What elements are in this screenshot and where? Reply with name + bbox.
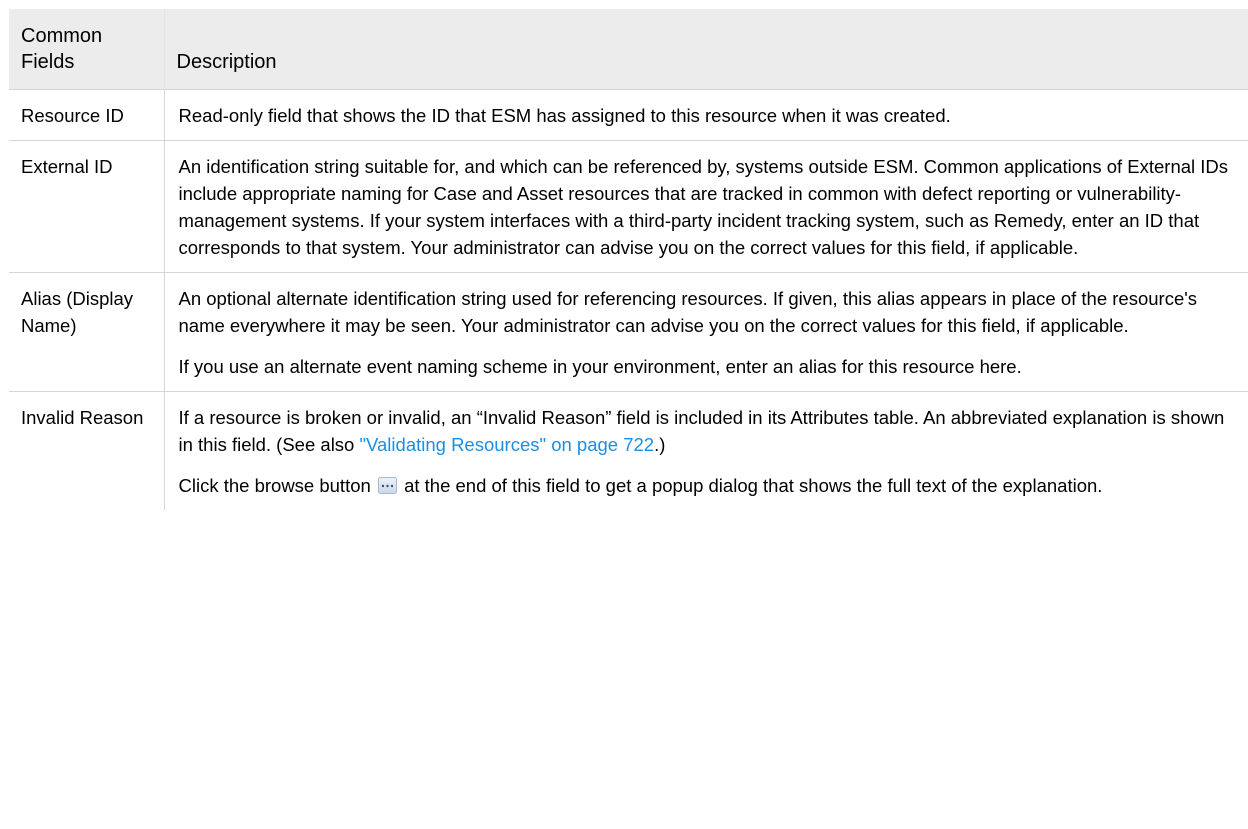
- description-cell: An optional alternate identification str…: [164, 272, 1248, 392]
- description-text-before-link: If a resource is broken or invalid, an “…: [178, 407, 1225, 455]
- description-cell: Read-only field that shows the ID that E…: [164, 89, 1248, 141]
- header-description: Description: [164, 9, 1248, 90]
- common-fields-table: Common Fields Description Resource ID Re…: [9, 9, 1248, 510]
- field-name-cell: Resource ID: [9, 89, 165, 141]
- description-text: If a resource is broken or invalid, an “…: [179, 404, 1235, 458]
- description-text: An identification string suitable for, a…: [178, 156, 1229, 258]
- field-name-cell: Alias (Display Name): [9, 272, 165, 392]
- table-row: External ID An identification string sui…: [9, 140, 1248, 273]
- description-text: Read-only field that shows the ID that E…: [178, 105, 951, 126]
- description-text-after-link: .): [654, 434, 666, 455]
- table-row: Invalid Reason If a resource is broken o…: [9, 391, 1248, 511]
- description-text-2: If you use an alternate event naming sch…: [178, 356, 1022, 377]
- ellipsis-browse-icon: [377, 474, 397, 494]
- field-name-cell: Invalid Reason: [9, 391, 165, 510]
- table-row: Resource ID Read-only field that shows t…: [9, 89, 1248, 141]
- validating-resources-link[interactable]: "Validating Resources" on page 722: [359, 434, 654, 455]
- description-text-after-icon: at the end of this field to get a popup …: [398, 475, 1103, 496]
- description-text-before-icon: Click the browse button: [178, 475, 376, 496]
- description-text: An optional alternate identification str…: [178, 288, 1198, 336]
- description-text-2: Click the browse button at the end of th…: [179, 472, 1235, 499]
- header-common-fields: Common Fields: [9, 9, 165, 90]
- description-cell: If a resource is broken or invalid, an “…: [164, 392, 1248, 511]
- field-name-cell: External ID: [9, 140, 165, 273]
- table-row: Alias (Display Name) An optional alterna…: [9, 272, 1248, 392]
- description-cell: An identification string suitable for, a…: [164, 140, 1248, 273]
- table-header-row: Common Fields Description: [9, 9, 1248, 90]
